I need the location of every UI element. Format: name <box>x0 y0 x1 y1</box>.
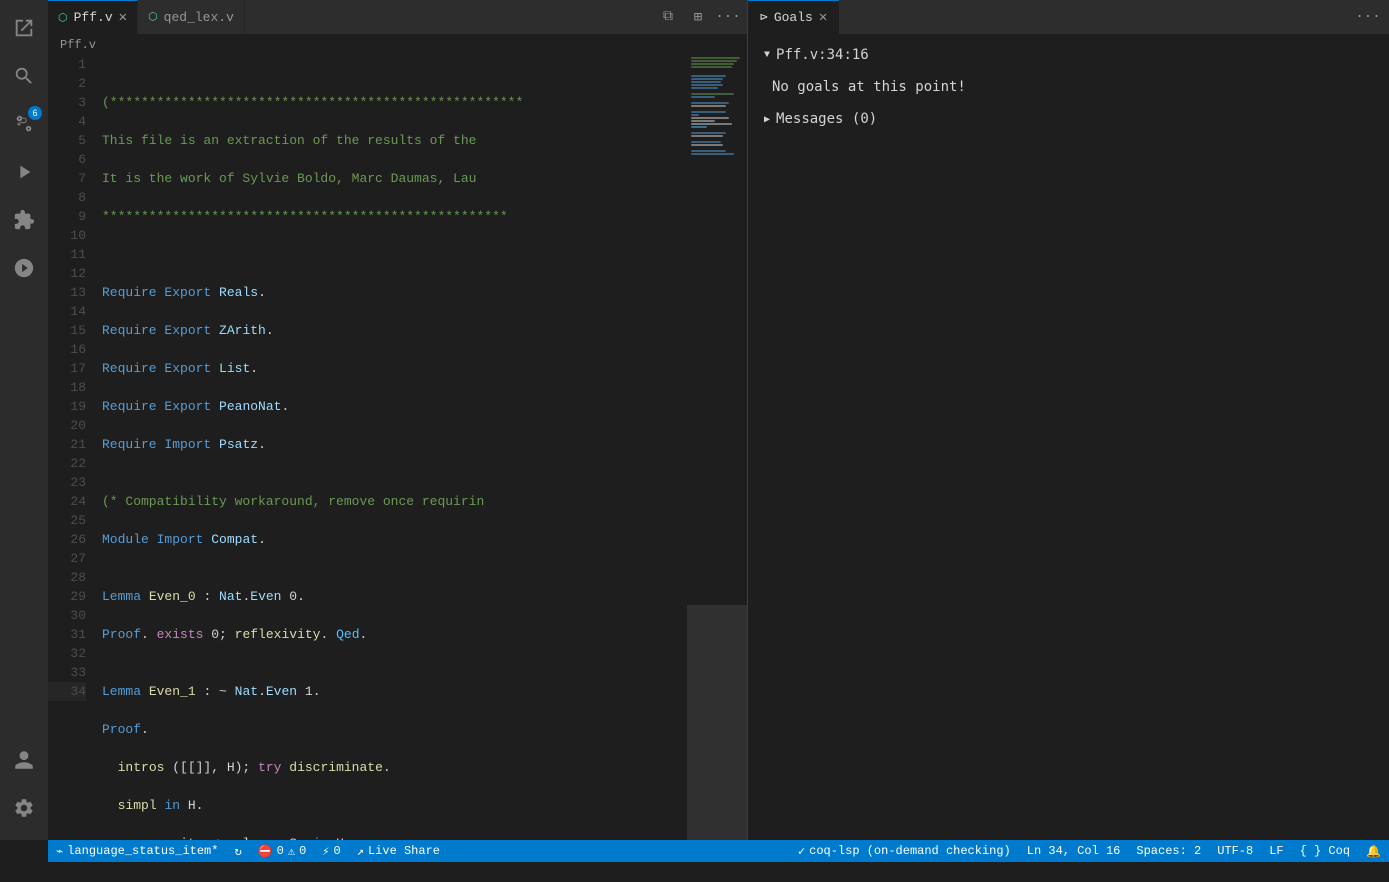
tabs-bar: ⬡ Pff.v ✕ ⬡ qed_lex.v ⧉ ⊞ ··· <box>48 0 747 35</box>
extensions-activity-icon[interactable] <box>0 196 48 244</box>
tab-qed-lex-icon: ⬡ <box>148 10 158 24</box>
more-actions-button[interactable]: ··· <box>715 4 741 30</box>
tab-pff-label: Pff.v <box>74 10 113 25</box>
goals-tab-close[interactable]: ✕ <box>819 9 827 26</box>
activity-bar: 6 <box>0 0 48 840</box>
line-ending-item[interactable]: LF <box>1261 840 1291 862</box>
coq-check-text: coq-lsp (on-demand checking) <box>809 844 1011 858</box>
tab-pff-close[interactable]: ✕ <box>119 11 127 25</box>
code-line-17: Lemma Even_0 : Nat.Even 0. <box>102 587 687 606</box>
coq-check-status[interactable]: ✓ coq-lsp (on-demand checking) <box>790 840 1019 862</box>
code-line-22: intros ([[]], H); try discriminate. <box>102 758 687 777</box>
account-activity-icon[interactable] <box>0 736 48 784</box>
language-text: { } Coq <box>1300 844 1350 858</box>
remote-status-item[interactable]: ⌁ language_status_item* <box>48 840 226 862</box>
tab-pff-icon: ⬡ <box>58 11 68 25</box>
file-label-text: Pff.v <box>60 38 96 52</box>
minimap <box>687 55 747 840</box>
code-line-18: Proof. exists 0; reflexivity. Qed. <box>102 625 687 644</box>
sync-icon: ↻ <box>234 844 241 859</box>
source-control-activity-icon[interactable]: 6 <box>0 100 48 148</box>
line-numbers: 12345 678910 1112131415 1617181920 21222… <box>48 55 98 840</box>
code-editor[interactable]: 12345 678910 1112131415 1617181920 21222… <box>48 55 747 840</box>
goals-no-goals: No goals at this point! <box>772 79 1373 95</box>
editor-layout-button[interactable]: ⊞ <box>685 4 711 30</box>
notification-icon: 🔔 <box>1366 844 1381 859</box>
code-line-4: It is the work of Sylvie Boldo, Marc Dau… <box>102 169 687 188</box>
spaces-item[interactable]: Spaces: 2 <box>1128 840 1209 862</box>
error-icon: ⛔ <box>258 844 273 859</box>
coq-check-icon: ✓ <box>798 844 805 859</box>
tab-pff[interactable]: ⬡ Pff.v ✕ <box>48 0 138 34</box>
goals-tab[interactable]: ⊳ Goals ✕ <box>748 0 839 34</box>
settings-activity-icon[interactable] <box>0 784 48 832</box>
warning-icon: ⚠ <box>288 844 295 859</box>
code-line-24: now rewrite <- plus_n_Sm in H. <box>102 834 687 840</box>
code-line-5: ****************************************… <box>102 207 687 226</box>
notifications-item[interactable]: 🔔 <box>1358 840 1389 862</box>
problems-status-item[interactable]: ⛔ 0 ⚠ 0 <box>250 840 315 862</box>
code-line-10: Require Export List. <box>102 359 687 378</box>
code-line-2: (***************************************… <box>102 93 687 112</box>
code-line-3: This file is an extraction of the result… <box>102 131 687 150</box>
goals-location-arrow: ▼ <box>764 50 770 61</box>
minimap-overlay <box>687 605 747 841</box>
main-layout: ⬡ Pff.v ✕ ⬡ qed_lex.v ⧉ ⊞ ··· Pff.v 1234… <box>48 0 1389 840</box>
goals-content: ▼ Pff.v:34:16 No goals at this point! ▶ … <box>748 35 1389 840</box>
goals-messages[interactable]: ▶ Messages (0) <box>764 111 1373 127</box>
language-item[interactable]: { } Coq <box>1292 840 1358 862</box>
goals-location-text: Pff.v:34:16 <box>776 47 869 63</box>
encoding-item[interactable]: UTF-8 <box>1209 840 1261 862</box>
live-share-item[interactable]: ↗ Live Share <box>349 840 448 862</box>
code-content[interactable]: (***************************************… <box>98 55 687 840</box>
info-text: 0 <box>334 844 341 858</box>
code-line-21: Proof. <box>102 720 687 739</box>
status-right: ✓ coq-lsp (on-demand checking) Ln 34, Co… <box>790 840 1389 862</box>
goals-tab-actions: ··· <box>1355 0 1389 34</box>
file-label: Pff.v <box>48 35 747 55</box>
encoding-text: UTF-8 <box>1217 844 1253 858</box>
tab-qed-lex-label: qed_lex.v <box>164 10 234 25</box>
goals-location: ▼ Pff.v:34:16 <box>764 47 1373 63</box>
line-ending-text: LF <box>1269 844 1283 858</box>
spaces-text: Spaces: 2 <box>1136 844 1201 858</box>
coq-activity-icon[interactable] <box>0 244 48 292</box>
problems-text: 0 <box>277 844 284 858</box>
goals-tab-label: Goals <box>774 10 813 25</box>
code-line-11: Require Export PeanoNat. <box>102 397 687 416</box>
code-line-23: simpl in H. <box>102 796 687 815</box>
search-activity-icon[interactable] <box>0 52 48 100</box>
code-line-14: (* Compatibility workaround, remove once… <box>102 492 687 511</box>
live-share-text: Live Share <box>368 844 440 858</box>
code-line-20: Lemma Even_1 : ~ Nat.Even 1. <box>102 682 687 701</box>
goals-panel: ⊳ Goals ✕ ··· ▼ Pff.v:34:16 No goals at … <box>748 0 1389 840</box>
remote-status-icon: ⌁ <box>56 844 63 859</box>
cursor-position-text: Ln 34, Col 16 <box>1027 844 1121 858</box>
tab-qed-lex[interactable]: ⬡ qed_lex.v <box>138 0 245 34</box>
goals-tab-icon: ⊳ <box>760 10 768 25</box>
cursor-position-item[interactable]: Ln 34, Col 16 <box>1019 840 1129 862</box>
editor-area: ⬡ Pff.v ✕ ⬡ qed_lex.v ⧉ ⊞ ··· Pff.v 1234… <box>48 0 748 840</box>
status-left: ⌁ language_status_item* ↻ ⛔ 0 ⚠ 0 ⚡ 0 ↗ … <box>48 840 448 862</box>
remote-status-text: language_status_item* <box>67 844 218 858</box>
warnings-text: 0 <box>299 844 306 858</box>
code-line-12: Require Import Psatz. <box>102 435 687 454</box>
sync-status-item[interactable]: ↻ <box>226 840 249 862</box>
goals-more-actions[interactable]: ··· <box>1355 4 1381 30</box>
code-line-9: Require Export ZArith. <box>102 321 687 340</box>
tab-actions: ⧉ ⊞ ··· <box>655 0 747 34</box>
explorer-icon[interactable] <box>0 4 48 52</box>
goals-messages-text: Messages (0) <box>776 111 877 127</box>
live-share-icon: ↗ <box>357 844 364 859</box>
status-bar: ⌁ language_status_item* ↻ ⛔ 0 ⚠ 0 ⚡ 0 ↗ … <box>48 840 1389 862</box>
goals-tab-bar: ⊳ Goals ✕ ··· <box>748 0 1389 35</box>
info-status-item[interactable]: ⚡ 0 <box>314 840 348 862</box>
run-debug-activity-icon[interactable] <box>0 148 48 196</box>
code-line-15: Module Import Compat. <box>102 530 687 549</box>
info-icon: ⚡ <box>322 844 329 859</box>
code-line-8: Require Export Reals. <box>102 283 687 302</box>
goals-messages-arrow: ▶ <box>764 114 770 125</box>
source-control-badge: 6 <box>28 106 42 120</box>
split-editor-button[interactable]: ⧉ <box>655 4 681 30</box>
